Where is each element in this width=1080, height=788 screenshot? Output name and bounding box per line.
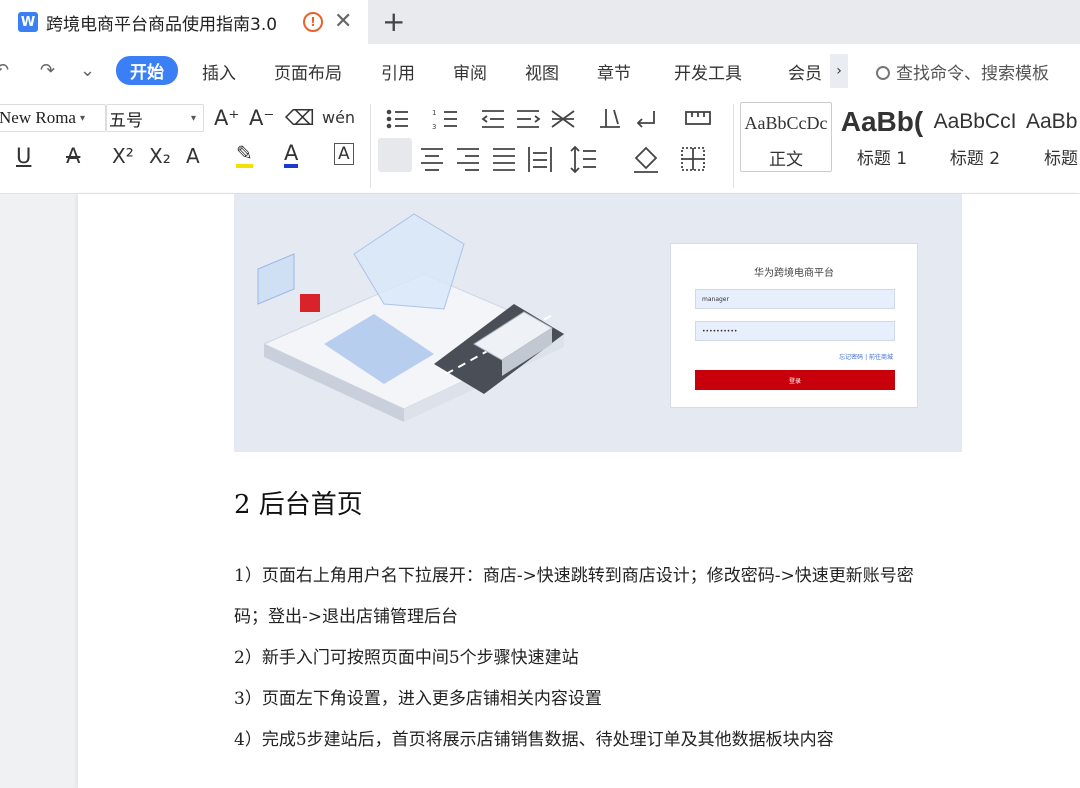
style-sample: AaBb( <box>840 106 924 137</box>
shading-icon[interactable] <box>634 146 658 173</box>
paragraph-1: 1）页面右上角用户名下拉展开：商店->快速跳转到商店设计；修改密码->快速更新账… <box>234 566 914 586</box>
ruler-icon[interactable] <box>685 111 711 125</box>
menu-bar: ↶ ↷ ⌄ 开始 插入 页面布局 引用 审阅 视图 章节 开发工具 会员 › 查… <box>0 44 1080 98</box>
style-heading-1[interactable]: AaBb( 标题 1 <box>836 102 928 172</box>
search-placeholder: 查找命令、搜索模板 <box>896 64 1049 84</box>
svg-text:1: 1 <box>432 109 436 117</box>
warning-icon[interactable]: ! <box>303 12 323 32</box>
style-name: 正文 <box>769 150 803 170</box>
paragraph-tools: 13 <box>386 109 711 174</box>
username-field: manager <box>695 289 895 309</box>
justify-icon[interactable] <box>493 148 515 171</box>
underline-icon[interactable]: U <box>16 144 31 168</box>
login-card: 华为跨境电商平台 manager •••••••••• 忘记密码 | 前往商城 … <box>670 243 918 408</box>
line-spacing-icon[interactable] <box>570 145 596 174</box>
ribbon-home: New Roma ▾ 五号 ▾ A⁺ A⁻ ⌫ wén U A X² X₂ A … <box>0 98 1080 194</box>
font-name-value: New Roma <box>0 108 76 127</box>
document-area: 华为跨境电商平台 manager •••••••••• 忘记密码 | 前往商城 … <box>0 194 1080 788</box>
menu-insert[interactable]: 插入 <box>202 59 236 84</box>
menu-references[interactable]: 引用 <box>381 59 415 84</box>
clear-format-icon[interactable]: ⌫ <box>285 106 315 130</box>
font-name-select[interactable]: New Roma ▾ <box>0 104 106 132</box>
style-sample: AaBbCcI <box>933 110 1017 133</box>
command-search[interactable]: 查找命令、搜索模板 <box>876 59 1049 84</box>
chevron-down-icon: ▾ <box>191 112 197 124</box>
login-links: 忘记密码 | 前往商城 <box>839 354 893 361</box>
paragraph-2: 2）新手入门可按照页面中间5个步骤快速建站 <box>234 648 579 668</box>
login-button: 登录 <box>695 370 895 390</box>
superscript-icon[interactable]: X² <box>112 144 134 168</box>
menu-member[interactable]: 会员 <box>788 59 822 84</box>
strikethrough-icon[interactable]: A <box>66 144 80 168</box>
style-name: 标题 <box>1044 149 1078 169</box>
svg-text:3: 3 <box>432 123 436 131</box>
style-name: 标题 2 <box>949 149 1001 169</box>
login-title: 华为跨境电商平台 <box>754 268 834 279</box>
password-field: •••••••••• <box>695 321 895 341</box>
menu-section[interactable]: 章节 <box>597 59 631 84</box>
show-marks-icon[interactable] <box>636 111 655 128</box>
style-heading-2[interactable]: AaBbCcI 标题 2 <box>929 102 1021 172</box>
close-tab-icon[interactable]: ✕ <box>334 9 352 34</box>
increase-indent-icon[interactable] <box>517 110 541 128</box>
style-normal[interactable]: AaBbCcDc 正文 <box>740 102 832 172</box>
pinyin-guide-icon[interactable]: wén <box>322 108 355 127</box>
menu-home[interactable]: 开始 <box>116 56 178 85</box>
document-title: 跨境电商平台商品使用指南3.0 <box>46 14 278 35</box>
paragraph-4: 4）完成5步建站后，首页将展示店铺销售数据、待处理订单及其他数据板块内容 <box>234 730 834 750</box>
text-effect-icon[interactable]: A <box>186 144 200 168</box>
ribbon-divider <box>733 104 734 188</box>
menu-developer[interactable]: 开发工具 <box>674 59 742 84</box>
borders-icon[interactable] <box>681 147 705 171</box>
tab-bar: W 跨境电商平台商品使用指南3.0 ! ✕ + <box>0 0 1080 44</box>
search-icon <box>876 66 890 80</box>
menu-view[interactable]: 视图 <box>525 59 559 84</box>
quick-access-dropdown-icon[interactable]: ⌄ <box>80 60 95 81</box>
increase-font-icon[interactable]: A⁺ <box>214 106 239 130</box>
bullet-list-icon[interactable] <box>386 109 408 129</box>
menu-page-layout[interactable]: 页面布局 <box>274 59 342 84</box>
font-size-select[interactable]: 五号 ▾ <box>106 104 204 132</box>
decrease-indent-icon[interactable] <box>481 110 504 128</box>
section-heading: 2 后台首页 <box>234 490 363 520</box>
align-left-active-bg <box>378 138 412 172</box>
chinese-layout-icon[interactable] <box>551 110 575 128</box>
menu-review[interactable]: 审阅 <box>453 59 487 84</box>
font-size-value: 五号 <box>109 110 143 131</box>
ribbon-divider <box>370 104 371 188</box>
chevron-down-icon: ▾ <box>79 112 85 124</box>
highlight-icon[interactable]: ✎ <box>236 142 253 168</box>
login-page-screenshot: 华为跨境电商平台 manager •••••••••• 忘记密码 | 前往商城 … <box>234 194 962 452</box>
font-color-icon[interactable]: A <box>284 142 299 168</box>
character-border-icon[interactable]: A <box>334 143 354 165</box>
subscript-icon[interactable]: X₂ <box>149 144 171 168</box>
new-tab-icon[interactable]: + <box>382 5 405 38</box>
undo-icon[interactable]: ↶ <box>0 60 9 81</box>
document-tab[interactable]: W 跨境电商平台商品使用指南3.0 ! ✕ <box>0 0 368 44</box>
redo-icon[interactable]: ↷ <box>40 60 55 81</box>
document-page[interactable]: 华为跨境电商平台 manager •••••••••• 忘记密码 | 前往商城 … <box>78 194 1080 788</box>
align-right-icon[interactable] <box>457 148 479 171</box>
style-name: 标题 1 <box>856 149 908 169</box>
more-menus-icon[interactable]: › <box>830 54 848 88</box>
wps-writer-icon: W <box>18 12 38 32</box>
decrease-font-icon[interactable]: A⁻ <box>249 106 274 130</box>
paragraph-3: 3）页面左下角设置，进入更多店铺相关内容设置 <box>234 689 602 709</box>
distributed-align-icon[interactable] <box>528 147 552 172</box>
text-direction-icon[interactable] <box>600 109 620 128</box>
style-sample: AaBb <box>1026 110 1078 133</box>
numbered-list-icon[interactable]: 13 <box>432 109 457 131</box>
style-sample: AaBbCcDc <box>744 112 828 133</box>
paragraph-1-cont: 码；登出->退出店铺管理后台 <box>234 607 458 627</box>
style-heading[interactable]: AaBb 标题 <box>1024 102 1080 172</box>
align-center-icon[interactable] <box>421 148 443 171</box>
